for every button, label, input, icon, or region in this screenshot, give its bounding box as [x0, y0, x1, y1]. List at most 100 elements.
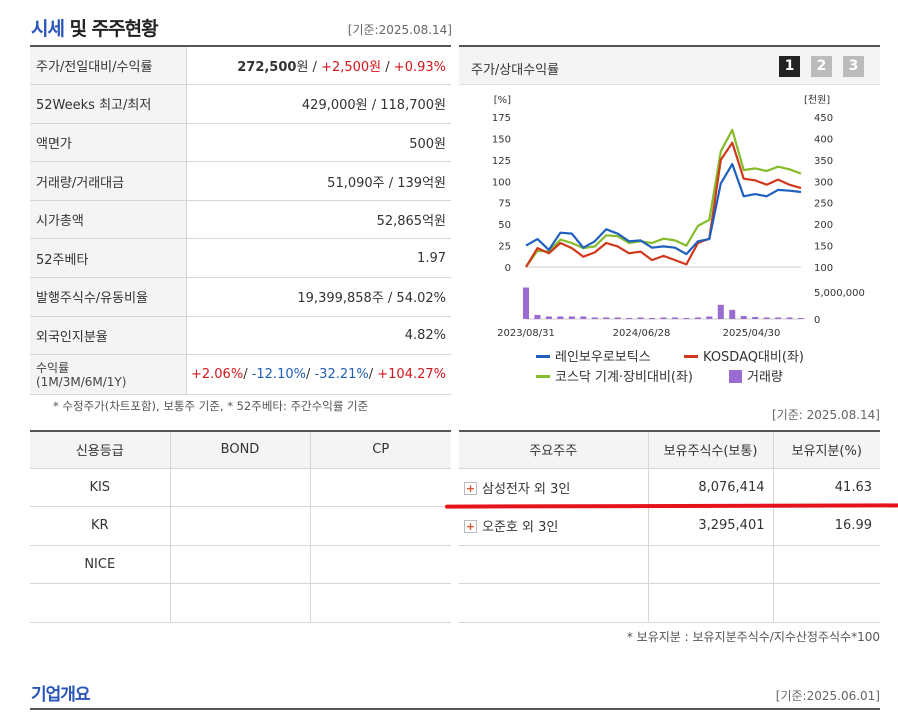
volume-bar: [694, 317, 701, 319]
holder-name-cell[interactable]: + 삼성전자 외 3인: [459, 468, 648, 507]
returns-label-sub: (1M/3M/6M/1Y): [36, 374, 127, 389]
left-tick-label: 25: [498, 242, 511, 253]
holders-date: [기준: 2025.08.14]: [771, 408, 880, 422]
price-change: +2,500원: [321, 60, 382, 76]
left-tick-label: 175: [492, 113, 511, 124]
table-row: 52Weeks 최고/최저 429,000원 / 118,700원: [30, 84, 451, 124]
chart-header: 주가/상대수익률 1 2 3: [459, 47, 880, 85]
table-row: 시가총액 52,865억원: [30, 200, 451, 240]
table-row: + 삼성전자 외 3인 8,076,414 41.63: [459, 468, 880, 507]
volume-bar: [740, 315, 747, 319]
volume-bar: [614, 317, 621, 319]
volume-bar: [534, 314, 541, 319]
chart-page-1-button[interactable]: 1: [779, 56, 800, 77]
holder-shares: [647, 583, 773, 623]
table-cell: [169, 468, 310, 507]
volume-bar: [649, 317, 656, 319]
row-label: 발행주식수/유동비율: [30, 277, 187, 317]
table-cell: [169, 545, 310, 584]
table-header-row: 주요주주 보유주식수(보통) 보유지분(%): [459, 431, 880, 469]
column-header: 보유주식수(보통): [647, 431, 773, 469]
table-cell: [309, 583, 451, 623]
volume-bar: [626, 317, 633, 319]
section-title-highlight: 시세: [31, 18, 65, 40]
table-row: [459, 545, 880, 584]
table-row: 거래량/거래대금 51,090주 / 139억원: [30, 161, 451, 201]
row-value: 500원: [186, 123, 451, 163]
left-tick-label: 0: [505, 263, 511, 274]
left-tick-label: 125: [492, 156, 511, 167]
return-6m: -32.21%: [314, 367, 369, 383]
volume-tick-label: 0: [814, 315, 820, 326]
holder-shares: [647, 545, 773, 584]
table-row: NICE: [30, 545, 451, 584]
row-value: +2.06%/ -12.10%/ -32.21%/ +104.27%: [186, 354, 451, 396]
right-tick-label: 450: [814, 113, 833, 124]
left-tick-label: 75: [498, 199, 511, 210]
volume-bar: [775, 317, 782, 319]
row-value: 272,500원 / +2,500원 / +0.93%: [186, 46, 451, 86]
legend-line-icon: [536, 355, 550, 358]
price-sep: /: [381, 60, 394, 76]
legend-item-kosdaq: KOSDAQ대비(좌): [684, 346, 804, 365]
x-tick-label: 2023/08/31: [497, 328, 555, 339]
holder-pct: [772, 583, 880, 623]
table-row: [459, 583, 880, 623]
volume-bar: [717, 304, 724, 319]
volume-bar: [545, 316, 552, 319]
holder-name[interactable]: 오준호 외 3인: [482, 520, 558, 535]
legend-label: KOSDAQ대비(좌): [703, 350, 805, 365]
table-cell: [309, 468, 451, 507]
row-value: 51,090주 / 139억원: [186, 161, 451, 201]
legend-box-icon: [729, 370, 742, 383]
holder-name-cell[interactable]: + 오준호 외 3인: [459, 506, 648, 546]
row-value: 4.82%: [186, 316, 451, 356]
volume-bar: [557, 316, 564, 319]
table-row: KR: [30, 506, 451, 546]
table-row: + 오준호 외 3인 3,295,401 16.99: [459, 506, 880, 546]
right-tick-label: 300: [814, 177, 833, 188]
table-row: [30, 583, 451, 623]
row-value: 19,399,858주 / 54.02%: [186, 277, 451, 317]
expand-plus-icon[interactable]: +: [464, 481, 477, 495]
table-cell: [309, 545, 451, 584]
expand-plus-icon[interactable]: +: [464, 520, 477, 534]
row-label: 52Weeks 최고/최저: [30, 84, 187, 124]
volume-bar: [729, 309, 736, 319]
legend-item-rainbow: 레인보우로보틱스: [536, 346, 651, 365]
table-row: 수익률 (1M/3M/6M/1Y) +2.06%/ -12.10%/ -32.2…: [30, 354, 451, 396]
volume-bar: [706, 316, 713, 319]
table-cell: KIS: [30, 468, 170, 507]
table-row: 발행주식수/유동비율 19,399,858주 / 54.02%: [30, 277, 451, 317]
holder-name-cell: [459, 545, 648, 584]
right-axis-unit: [천원]: [804, 94, 830, 106]
volume-bar: [637, 317, 644, 319]
table-cell: NICE: [30, 545, 170, 584]
volume-bar: [786, 317, 793, 319]
chart-page-3-button[interactable]: 3: [843, 56, 864, 77]
table-cell: [169, 583, 310, 623]
table-row: 주가/전일대비/수익률 272,500원 / +2,500원 / +0.93%: [30, 46, 451, 86]
right-tick-label: 150: [814, 242, 833, 253]
table-cell: [309, 506, 451, 546]
column-header: BOND: [169, 431, 310, 469]
volume-bar: [763, 317, 770, 319]
holder-pct: [772, 545, 880, 584]
chart-title: 주가/상대수익률: [471, 63, 560, 78]
legend-item-volume: 거래량: [729, 366, 783, 385]
holder-shares: 3,295,401: [647, 506, 773, 546]
table-cell: [169, 506, 310, 546]
holder-pct: 41.63: [772, 468, 880, 507]
volume-bar: [798, 317, 804, 319]
holder-name[interactable]: 삼성전자 외 3인: [482, 482, 570, 497]
chart-page-2-button[interactable]: 2: [811, 56, 832, 77]
legend-label: 코스닥 기계·장비대비(좌): [555, 370, 694, 385]
table-header-row: 신용등급 BOND CP: [30, 431, 451, 469]
legend-line-icon: [536, 375, 550, 378]
holders-note: * 보유지분 : 보유지분주식수/지수산정주식수*100: [626, 630, 880, 644]
left-tick-label: 100: [492, 177, 511, 188]
volume-bar: [752, 316, 759, 319]
holder-name-cell: [459, 583, 648, 623]
price-return: +0.93%: [393, 60, 446, 76]
volume-bar: [580, 316, 587, 319]
